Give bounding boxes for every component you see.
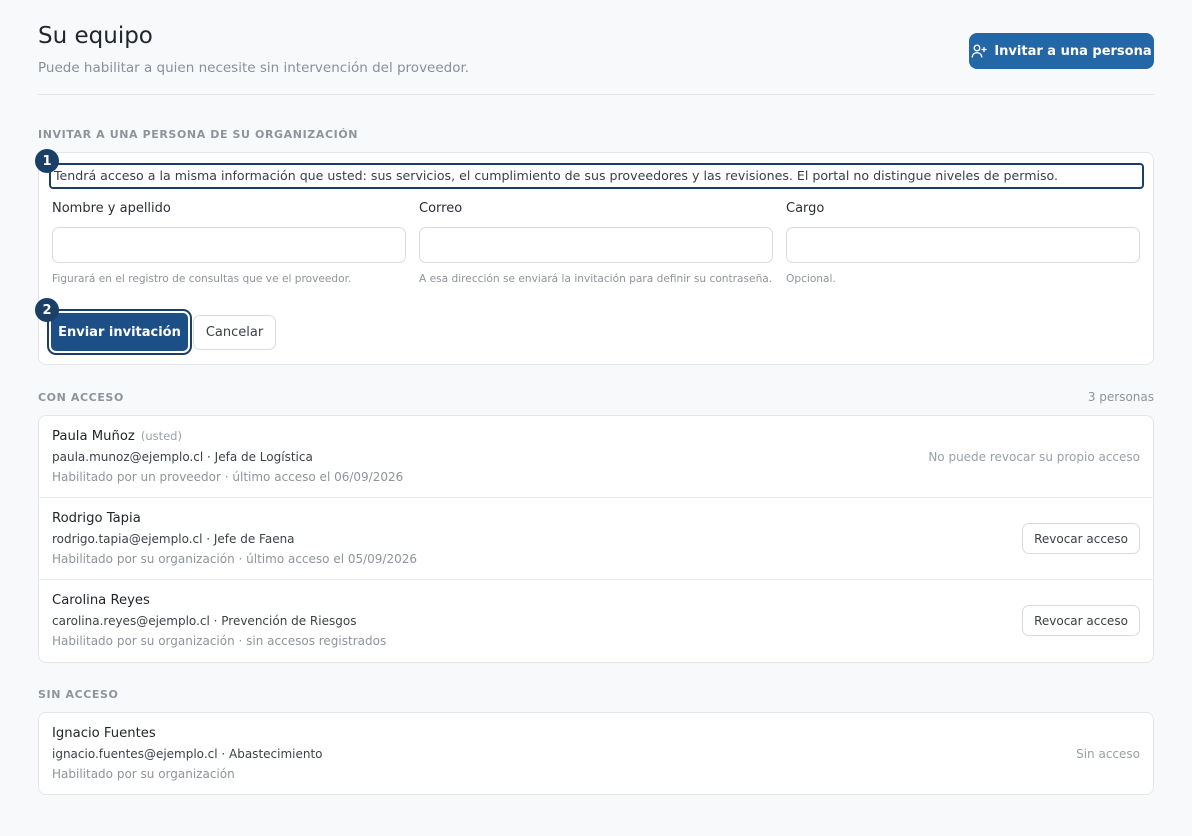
role-field-label: Cargo: [786, 201, 825, 216]
list-item: Rodrigo Tapia rodrigo.tapia@ejemplo.cl ·…: [39, 498, 1153, 580]
cancel-button[interactable]: Cancelar: [193, 315, 276, 350]
invite-person-label: Invitar a una persona: [994, 43, 1152, 59]
step-badge-2: 2: [35, 298, 59, 322]
role-field-help: Opcional.: [786, 273, 836, 285]
without-access-section-label: SIN ACCESO: [38, 688, 119, 701]
with-access-count: 3 personas: [1087, 390, 1154, 404]
person-name: Ignacio Fuentes: [52, 726, 156, 741]
person-name: Carolina Reyes: [52, 593, 150, 608]
email-field-group: Correo A esa dirección se enviará la inv…: [419, 201, 773, 288]
role-field-group: Cargo Opcional.: [786, 201, 1140, 288]
name-field-group: Nombre y apellido Figurará en el registr…: [52, 201, 406, 288]
without-access-list: Ignacio Fuentes ignacio.fuentes@ejemplo.…: [38, 712, 1154, 795]
person-name: Paula Muñoz (usted): [52, 429, 182, 444]
person-email-role: ignacio.fuentes@ejemplo.cl · Abastecimie…: [52, 747, 323, 761]
revoke-unavailable-note: No puede revocar su propio acceso: [928, 450, 1140, 464]
person-name-text: Paula Muñoz: [52, 429, 135, 444]
email-field-label: Correo: [419, 201, 463, 216]
person-email-role: carolina.reyes@ejemplo.cl · Prevención d…: [52, 614, 357, 628]
page-title: Su equipo: [38, 23, 153, 49]
page-subtitle: Puede habilitar a quien necesite sin int…: [38, 60, 470, 76]
email-field[interactable]: [419, 227, 773, 263]
person-meta: Habilitado por un proveedor · último acc…: [52, 470, 404, 484]
list-item: Paula Muñoz (usted) paula.munoz@ejemplo.c…: [39, 416, 1153, 498]
role-field[interactable]: [786, 227, 1140, 263]
person-name: Rodrigo Tapia: [52, 511, 141, 526]
list-item: Ignacio Fuentes ignacio.fuentes@ejemplo.…: [39, 713, 1153, 795]
user-plus-icon: [971, 44, 987, 58]
name-field-help: Figurará en el registro de consultas que…: [52, 273, 352, 285]
send-invitation-button[interactable]: Enviar invitación: [47, 309, 192, 355]
person-meta: Habilitado por su organización · sin acc…: [52, 634, 387, 648]
invite-section-label: INVITAR A UNA PERSONA DE SU ORGANIZACIÓN: [38, 128, 359, 141]
person-email-role: rodrigo.tapia@ejemplo.cl · Jefe de Faena: [52, 532, 295, 546]
name-field[interactable]: [52, 227, 406, 263]
list-item: Carolina Reyes carolina.reyes@ejemplo.cl…: [39, 580, 1153, 662]
invite-person-button[interactable]: Invitar a una persona: [969, 33, 1154, 69]
page-header: Su equipo Puede habilitar a quien necesi…: [38, 0, 1154, 95]
name-field-label: Nombre y apellido: [52, 201, 171, 216]
no-access-status: Sin acceso: [1076, 747, 1140, 761]
team-page: Su equipo Puede habilitar a quien necesi…: [0, 0, 1192, 836]
access-notice: Tendrá acceso a la misma información que…: [49, 163, 1144, 189]
with-access-section-label: CON ACCESO: [38, 391, 124, 404]
email-field-help: A esa dirección se enviará la invitación…: [419, 273, 773, 285]
person-meta: Habilitado por su organización · último …: [52, 552, 418, 566]
you-tag: (usted): [140, 429, 182, 443]
step-badge-1: 1: [35, 149, 59, 173]
with-access-list: Paula Muñoz (usted) paula.munoz@ejemplo.c…: [38, 415, 1154, 663]
person-meta: Habilitado por su organización: [52, 767, 235, 781]
revoke-access-button[interactable]: Revocar acceso: [1022, 605, 1140, 636]
invite-form-card: Tendrá acceso a la misma información que…: [38, 152, 1154, 365]
person-email-role: paula.munoz@ejemplo.cl · Jefa de Logísti…: [52, 450, 313, 464]
revoke-access-button[interactable]: Revocar acceso: [1022, 523, 1140, 554]
